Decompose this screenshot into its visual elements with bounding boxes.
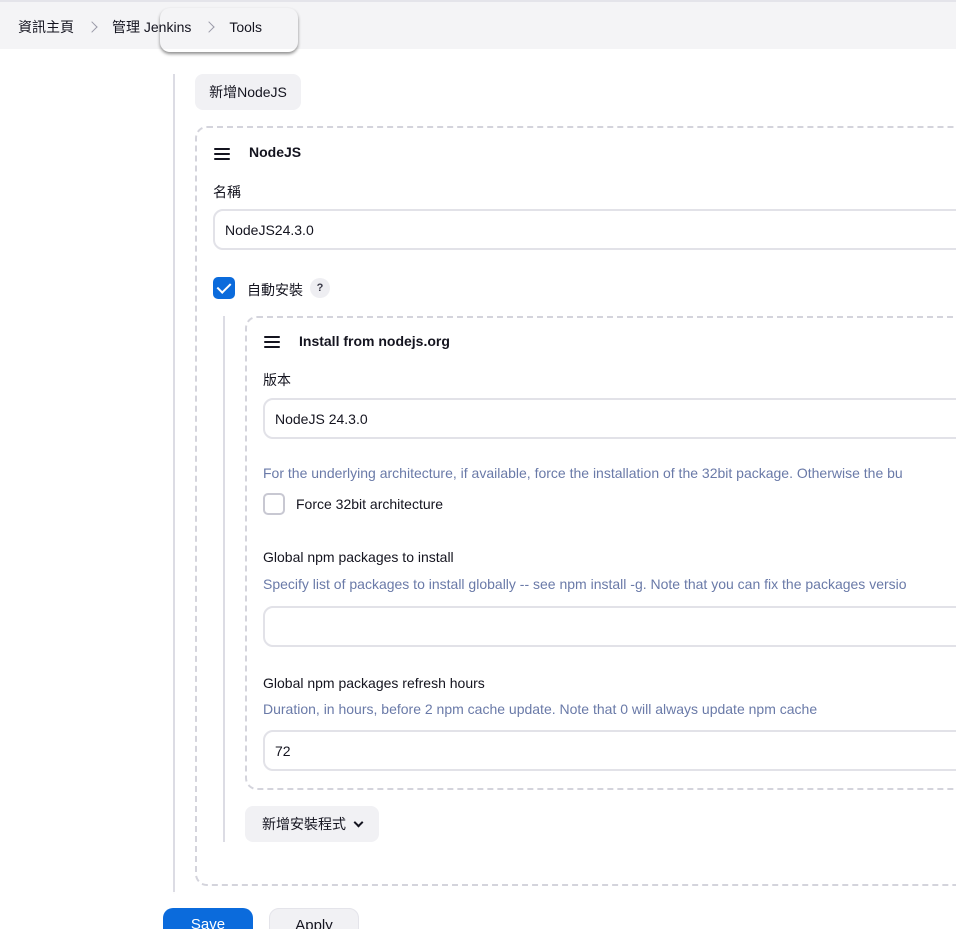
- force32-label: Force 32bit architecture: [296, 496, 444, 512]
- force32-checkbox[interactable]: [263, 493, 285, 515]
- chevron-right-icon: [203, 21, 216, 33]
- breadcrumb: 資訊主頁 管理 Jenkins Tools: [18, 17, 262, 37]
- drag-handle-icon[interactable]: [264, 336, 280, 348]
- footer-bar: [140, 892, 956, 929]
- force32-description: For the underlying architecture, if avai…: [263, 465, 903, 481]
- breadcrumb-bar: 資訊主頁 管理 Jenkins Tools: [0, 0, 956, 49]
- apply-button[interactable]: Apply: [269, 908, 359, 929]
- drag-handle-icon[interactable]: [214, 148, 230, 160]
- npm-packages-description: Specify list of packages to install glob…: [263, 576, 907, 592]
- add-installer-button[interactable]: 新增安裝程式: [245, 806, 379, 842]
- version-select[interactable]: [263, 398, 956, 439]
- chevron-down-icon: [353, 817, 364, 827]
- refresh-hours-label: Global npm packages refresh hours: [263, 675, 485, 691]
- version-label: 版本: [263, 372, 291, 388]
- breadcrumb-home-link[interactable]: 資訊主頁: [18, 17, 74, 37]
- help-icon[interactable]: ?: [310, 278, 330, 298]
- installer-title: Install from nodejs.org: [299, 333, 450, 349]
- breadcrumb-manage-jenkins-link[interactable]: 管理 Jenkins: [112, 17, 191, 37]
- breadcrumb-tools-link[interactable]: Tools: [229, 19, 262, 35]
- installer-rail: [223, 316, 225, 842]
- npm-packages-input[interactable]: [263, 606, 956, 647]
- auto-install-checkbox[interactable]: [213, 277, 235, 299]
- save-button[interactable]: Save: [163, 908, 253, 929]
- section-rail: [173, 74, 175, 894]
- refresh-hours-description: Duration, in hours, before 2 npm cache u…: [263, 701, 818, 717]
- add-installer-label: 新增安裝程式: [262, 816, 346, 832]
- chevron-right-icon: [86, 21, 98, 33]
- refresh-hours-input[interactable]: [263, 730, 956, 771]
- auto-install-label: 自動安裝: [247, 282, 303, 298]
- name-input[interactable]: [213, 209, 956, 250]
- npm-packages-label: Global npm packages to install: [263, 549, 454, 565]
- add-nodejs-button[interactable]: 新增NodeJS: [195, 74, 301, 110]
- name-label: 名稱: [213, 184, 241, 200]
- nodejs-section-title: NodeJS: [249, 144, 302, 160]
